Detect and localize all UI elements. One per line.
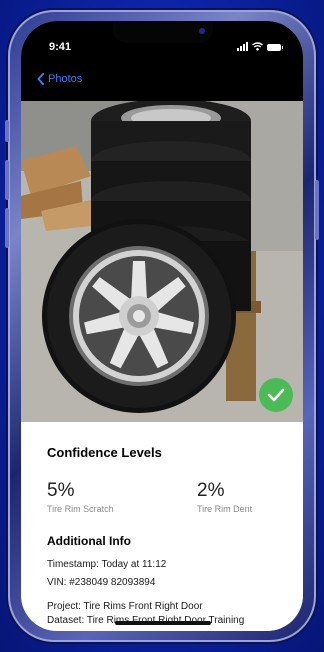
top-bar: 9:41 Photos: [21, 21, 303, 101]
home-indicator[interactable]: [115, 621, 211, 625]
cellular-signal-icon: [237, 42, 248, 51]
metric-dent: 2% Tire Rim Dent: [197, 480, 252, 514]
power-button: [315, 180, 319, 240]
wifi-icon: [252, 42, 263, 51]
metric-dent-label: Tire Rim Dent: [197, 504, 253, 514]
vin-text: VIN: #238049 82093894: [47, 577, 156, 588]
volume-down-button: [5, 208, 9, 248]
mute-switch: [5, 120, 9, 142]
tire-photo: [21, 101, 303, 422]
confidence-levels-title: Confidence Levels: [47, 445, 162, 460]
battery-icon: [267, 44, 283, 51]
front-camera: [199, 28, 205, 34]
project-text: Project: Tire Rims Front Right Door: [47, 601, 203, 612]
checkmark-icon: [267, 388, 285, 402]
back-button-label: Photos: [48, 73, 83, 85]
status-icons: [237, 42, 283, 51]
timestamp-text: Timestamp: Today at 11:12: [47, 559, 167, 570]
metric-scratch-label: Tire Rim Scratch: [47, 504, 114, 514]
success-badge: [259, 378, 293, 412]
background: 9:41 Photos Confidence Levels 5% Tire Ri…: [0, 0, 324, 652]
additional-info-title: Additional Info: [47, 534, 131, 548]
metric-dent-value: 2%: [197, 480, 225, 501]
chevron-left-icon: [37, 73, 44, 85]
back-button[interactable]: Photos: [37, 73, 82, 85]
status-time: 9:41: [49, 41, 72, 53]
tire-stack-image: [21, 101, 303, 422]
phone-screen: 9:41 Photos Confidence Levels 5% Tire Ri…: [21, 21, 303, 631]
notch: [113, 21, 213, 43]
phone-frame: 9:41 Photos Confidence Levels 5% Tire Ri…: [5, 10, 319, 642]
metric-scratch-value: 5%: [47, 480, 75, 501]
metric-scratch: 5% Tire Rim Scratch: [47, 480, 114, 514]
volume-up-button: [5, 160, 9, 200]
